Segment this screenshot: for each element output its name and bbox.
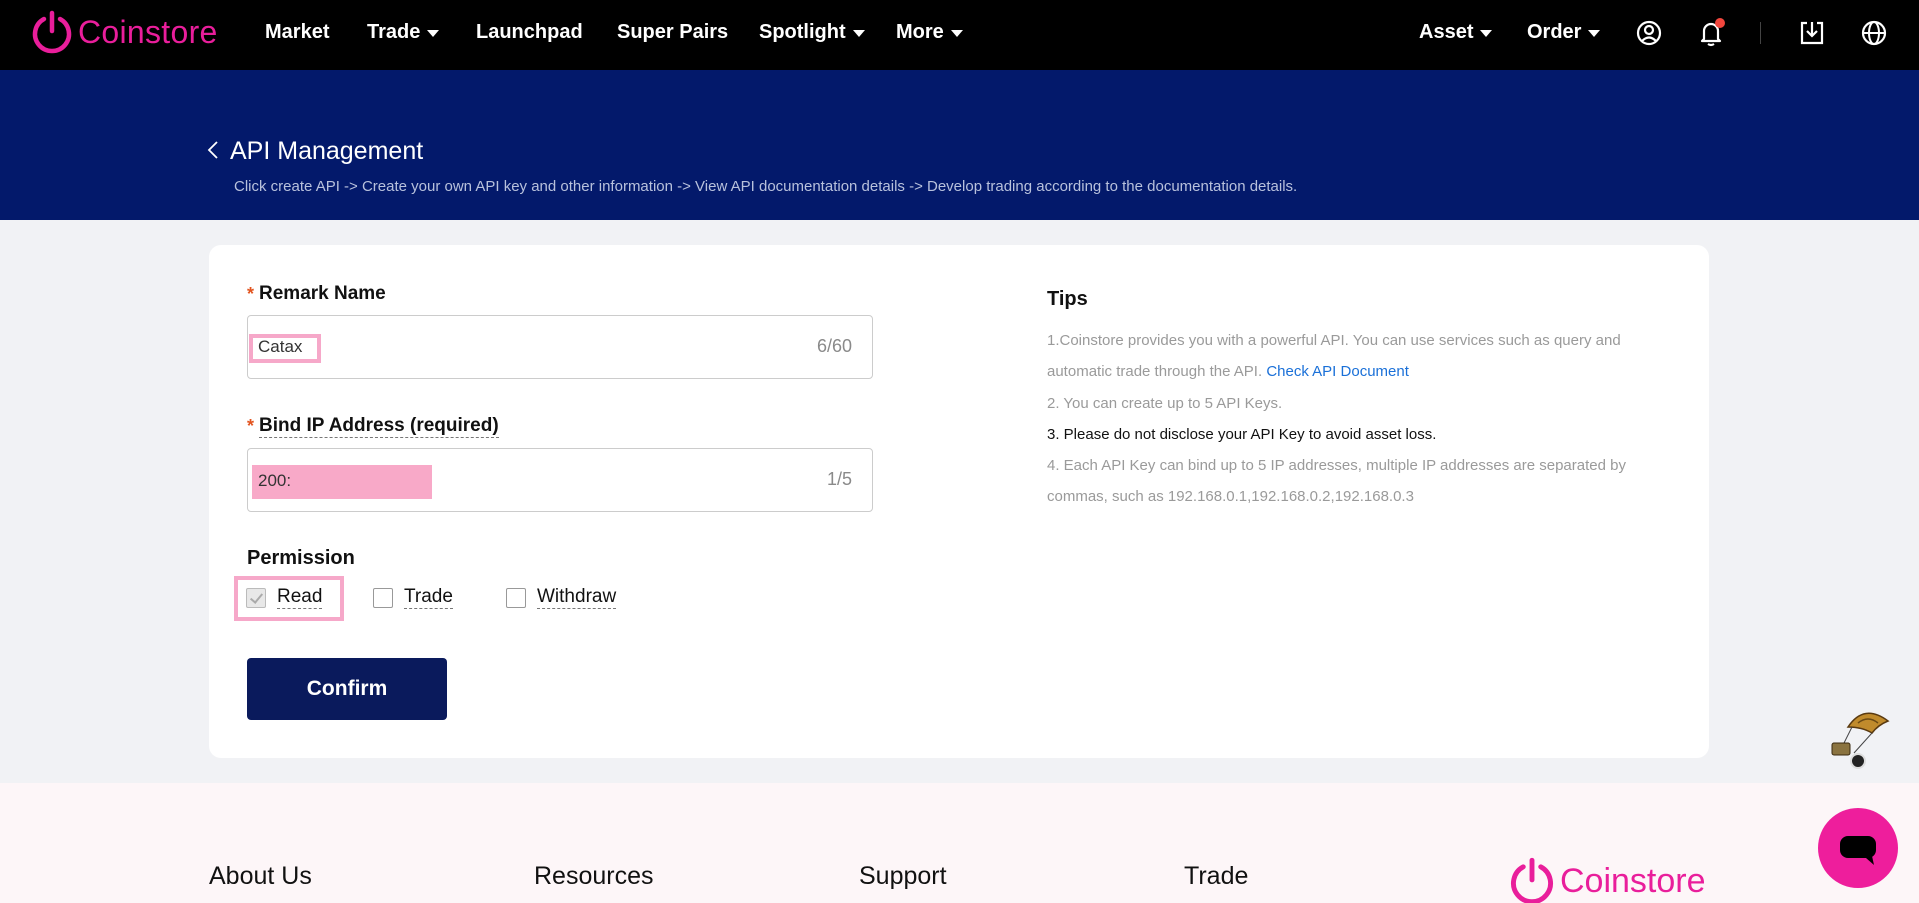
required-mark: *	[247, 416, 255, 436]
nav-launchpad-label: Launchpad	[476, 21, 583, 43]
remark-name-counter: 6/60	[816, 336, 852, 356]
footer-trade[interactable]: Trade	[1184, 862, 1248, 891]
nav-spotlight[interactable]: Spotlight	[759, 21, 865, 44]
page-title: API Management	[230, 137, 424, 165]
nav-order[interactable]: Order	[1527, 21, 1601, 44]
nav-more-label: More	[896, 21, 944, 43]
footer-about-us[interactable]: About Us	[209, 862, 312, 891]
remark-name-label: * Remark Name	[247, 283, 386, 305]
permission-withdraw-label: Withdraw	[537, 586, 617, 609]
caret-down-icon	[427, 30, 440, 37]
nav-super-pairs[interactable]: Super Pairs	[617, 21, 728, 44]
nav-launchpad[interactable]: Launchpad	[476, 21, 583, 44]
logo-text: Coinstore	[78, 13, 218, 50]
bind-ip-label-text: Bind IP Address (required)	[259, 415, 499, 438]
read-highlight-box	[234, 576, 344, 621]
permission-title: Permission	[247, 547, 355, 569]
permission-withdraw-checkbox[interactable]: Withdraw	[506, 586, 617, 609]
bind-ip-input[interactable]: 200: 1/5	[247, 448, 873, 512]
nav-super-pairs-label: Super Pairs	[617, 21, 729, 43]
page-subtitle: Click create API -> Create your own API …	[234, 178, 1298, 195]
tips-title: Tips	[1047, 288, 1088, 310]
remark-name-input[interactable]: Catax 6/60	[247, 315, 873, 379]
download-icon[interactable]	[1797, 18, 1827, 48]
checkbox-icon	[373, 587, 393, 608]
notification-dot	[1715, 18, 1725, 28]
bind-ip-value: 200:	[258, 471, 292, 490]
back-chevron-icon[interactable]	[206, 140, 220, 160]
nav-market-label: Market	[265, 21, 330, 43]
parachute-gift-icon[interactable]	[1828, 705, 1894, 771]
tip-4: 4. Each API Key can bind up to 5 IP addr…	[1047, 457, 1626, 505]
nav-trade[interactable]: Trade	[367, 21, 440, 44]
top-navbar: Coinstore Market Trade Launchpad Super P…	[0, 0, 1919, 70]
bind-ip-counter: 1/5	[826, 469, 852, 489]
confirm-button[interactable]: Confirm	[247, 658, 447, 720]
footer-support[interactable]: Support	[859, 862, 947, 891]
bind-ip-label: * Bind IP Address (required)	[247, 415, 499, 438]
nav-more[interactable]: More	[896, 21, 963, 44]
permission-trade-checkbox[interactable]: Trade	[373, 586, 453, 609]
caret-down-icon	[1588, 30, 1601, 37]
remark-name-label-text: Remark Name	[259, 283, 386, 304]
coinstore-logo[interactable]: Coinstore	[30, 10, 218, 54]
nav-spotlight-label: Spotlight	[759, 21, 846, 43]
globe-icon[interactable]	[1859, 18, 1889, 48]
power-logo-icon	[1511, 857, 1553, 903]
tip-3: 3. Please do not disclose your API Key t…	[1047, 426, 1437, 443]
footer-logo: Coinstore	[1508, 857, 1706, 903]
footer-logo-text: Coinstore	[1560, 861, 1706, 900]
required-mark: *	[247, 283, 255, 304]
caret-down-icon	[950, 30, 963, 37]
caret-down-icon	[852, 30, 865, 37]
user-icon[interactable]	[1634, 18, 1664, 48]
checkbox-icon	[506, 587, 526, 608]
nav-order-label: Order	[1527, 21, 1582, 43]
nav-asset[interactable]: Asset	[1419, 21, 1493, 44]
footer-resources[interactable]: Resources	[534, 862, 654, 891]
power-logo-icon	[32, 10, 72, 54]
chat-bubble-icon	[1840, 836, 1876, 865]
nav-asset-label: Asset	[1419, 21, 1474, 43]
caret-down-icon	[1480, 30, 1493, 37]
nav-market[interactable]: Market	[265, 21, 329, 44]
tip-2: 2. You can create up to 5 API Keys.	[1047, 395, 1283, 412]
nav-trade-label: Trade	[367, 21, 421, 43]
check-api-document-link[interactable]: Check API Document	[1266, 363, 1409, 380]
permission-trade-label: Trade	[404, 586, 453, 609]
nav-divider	[1760, 22, 1761, 44]
chat-support-button[interactable]	[1818, 808, 1898, 888]
remark-highlight-box	[249, 334, 321, 363]
tip-1: 1.Coinstore provides you with a powerful…	[1047, 325, 1647, 387]
